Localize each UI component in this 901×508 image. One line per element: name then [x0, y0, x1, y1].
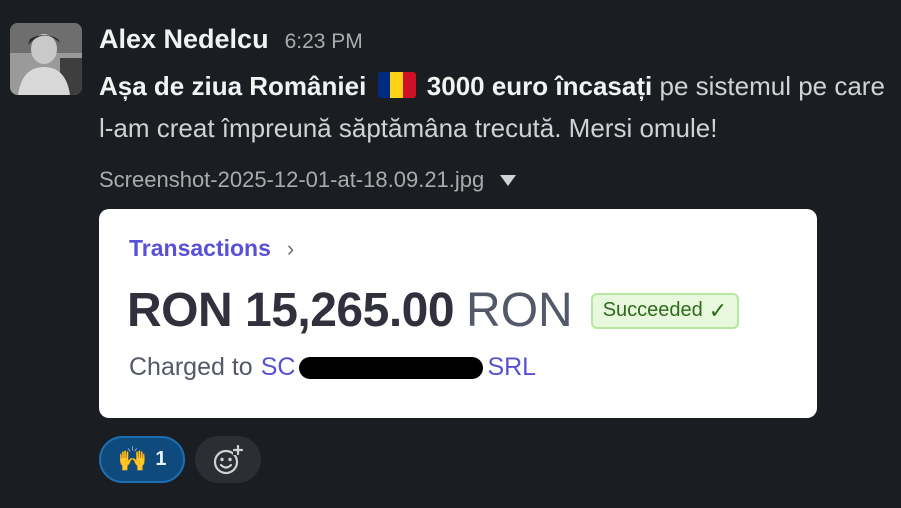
- timestamp[interactable]: 6:23 PM: [285, 30, 363, 54]
- attachment-header: Screenshot-2025-12-01-at-18.09.21.jpg: [99, 164, 517, 196]
- checkmark-icon: ✓: [708, 297, 728, 323]
- transactions-link: Transactions ›: [129, 235, 294, 262]
- author-name[interactable]: Alex Nedelcu: [99, 24, 269, 55]
- redaction-bar: [299, 356, 484, 379]
- charged-to-label: Charged to: [129, 353, 253, 381]
- customer-name-suffix: SRL: [487, 353, 537, 381]
- transaction-amount: RON 15,265.00: [127, 284, 455, 337]
- transactions-title: Transactions: [129, 235, 271, 261]
- charged-to-row: Charged to SC SRL: [129, 353, 536, 382]
- add-reaction-button[interactable]: [195, 436, 261, 483]
- message-bold-text-2: 3000 euro încasați: [426, 71, 653, 101]
- message-header: Alex Nedelcu 6:23 PM: [99, 24, 363, 58]
- avatar-photo: [10, 23, 82, 95]
- message-text: Așa de ziua României 3000 euro încasați …: [99, 65, 889, 149]
- amount-row: RON 15,265.00 RON Succeeded ✓: [127, 283, 740, 338]
- status-label: Succeeded: [602, 299, 703, 321]
- message-bold-text-1: Așa de ziua României: [99, 71, 367, 101]
- status-badge: Succeeded ✓: [590, 292, 740, 329]
- chevron-right-icon: ›: [286, 235, 295, 261]
- chat-message: Alex Nedelcu 6:23 PM Așa de ziua Românie…: [0, 0, 901, 508]
- transaction-currency: RON: [466, 284, 573, 337]
- reaction-count: 1: [155, 448, 167, 470]
- attachment-filename[interactable]: Screenshot-2025-12-01-at-18.09.21.jpg: [99, 167, 484, 193]
- chevron-down-icon[interactable]: [500, 174, 517, 186]
- avatar[interactable]: [10, 23, 82, 95]
- reactions-bar: 🙌 1: [99, 436, 261, 483]
- raised-hands-icon: 🙌: [117, 445, 148, 473]
- smiley-plus-icon: [213, 444, 244, 474]
- reaction-raised-hands[interactable]: 🙌 1: [99, 436, 185, 483]
- customer-name-prefix: SC: [260, 353, 296, 381]
- romania-flag-icon: [377, 72, 416, 98]
- attachment-image[interactable]: Transactions › RON 15,265.00 RON Succeed…: [99, 209, 817, 418]
